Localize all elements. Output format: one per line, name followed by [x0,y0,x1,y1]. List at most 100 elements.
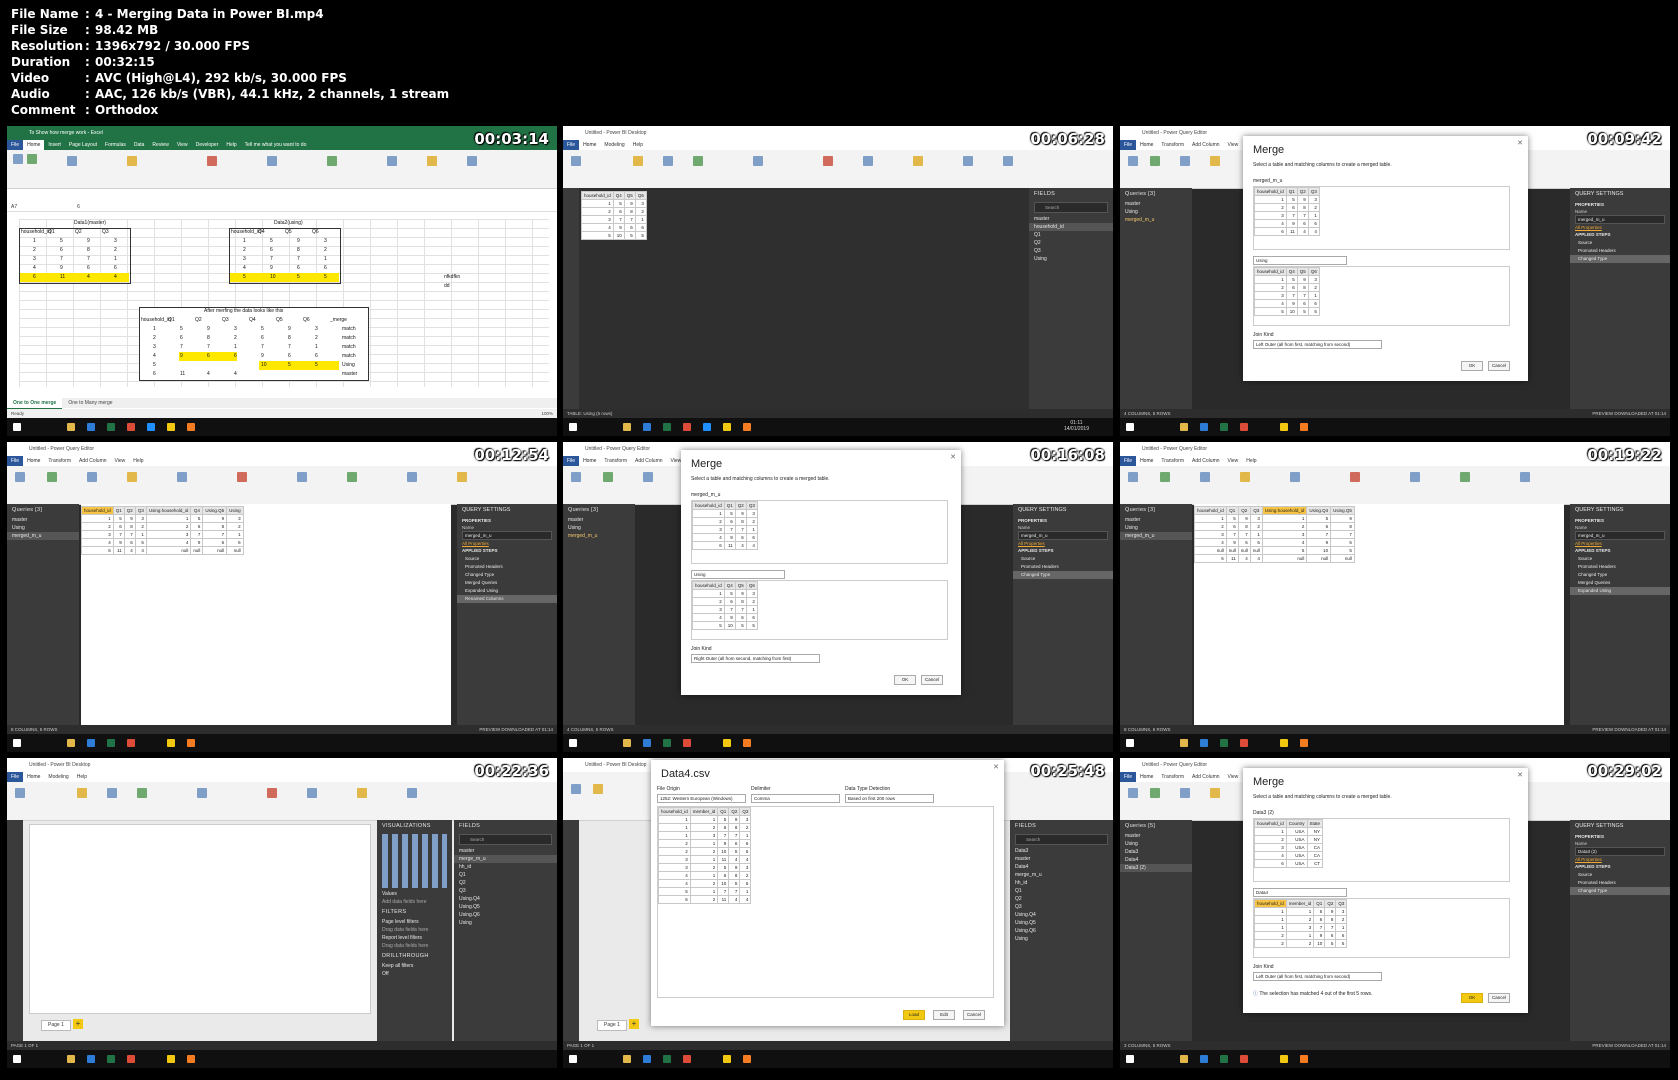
ribbon-tab[interactable]: Page Layout [65,140,101,150]
sheet-cell[interactable]: 2 [243,246,246,255]
query-master[interactable]: master [1120,200,1192,208]
sheet-cell[interactable]: 5 [153,361,156,370]
sheet-cell[interactable]: match [342,343,356,352]
sheet-cell[interactable]: 8 [87,246,90,255]
ribbon-tab[interactable]: Add Column [1188,140,1224,150]
column-header[interactable]: Using [226,506,244,515]
name-input[interactable]: merged_m_u [1575,215,1665,224]
sheet-cell[interactable]: 2 [324,246,327,255]
column-header[interactable]: Q2 [728,807,741,816]
ribbon-tab[interactable]: File [1120,140,1137,150]
origin-select[interactable]: 1252: Western European (Windows) [657,794,746,803]
sheet-header-cell[interactable]: household_id [231,228,261,237]
query-using[interactable]: Using [7,524,79,532]
pq-grid[interactable]: household_id Q1 Q2 Q3 Using.household_id Usin… [1194,504,1564,725]
field-item[interactable]: Q2 [454,879,557,887]
sheet-cell[interactable]: 7 [270,255,273,264]
sheet-cell[interactable]: 3 [315,325,318,334]
sheet-cell[interactable]: 8 [297,246,300,255]
applied-step[interactable]: Changed Type [457,571,557,579]
column-header[interactable]: member_id [1285,899,1315,908]
sheet-cell[interactable]: 4 [33,264,36,273]
sheet-cell[interactable]: 3 [324,237,327,246]
step-source[interactable]: Source [1570,239,1670,247]
sheet-cell[interactable]: 5 [243,273,246,282]
column-header[interactable]: Q1 [112,506,125,515]
delimiter-select[interactable]: Comma [751,794,840,803]
sheet-cell[interactable]: 5 [261,325,264,334]
field-item[interactable]: household_id [1029,223,1113,231]
name-input[interactable]: merged_m_u [462,531,552,540]
sheet-cell[interactable]: 1 [114,255,117,264]
field-item[interactable]: Q1 [454,871,557,879]
column-header[interactable]: Q5 [1296,267,1309,276]
column-header[interactable]: household_id [81,506,114,515]
field-item[interactable]: merge_m_u [454,855,557,863]
sheet-cell[interactable]: 6 [114,264,117,273]
report-filters-well[interactable]: Drag data fields here [377,942,452,950]
ribbon-tab[interactable]: Home [1136,456,1158,466]
field-item[interactable]: master [454,847,557,855]
name-input[interactable]: merged_m_u [1018,531,1108,540]
applied-step[interactable]: Expanded Using [1570,587,1670,595]
field-item[interactable]: Q3 [454,887,557,895]
pq-grid[interactable]: household_id Q1 Q2 Q3 Using.household_id Q4 Us… [81,504,451,725]
fields-search[interactable]: Search [1015,834,1108,845]
load-button[interactable]: Load [903,1010,925,1020]
sheet-cell[interactable]: 6 [153,370,156,379]
ribbon-tab[interactable]: Help [129,456,147,466]
sheet-cell[interactable]: 9 [297,237,300,246]
second-table-area[interactable]: household_id Q4 Q5 Q6 1 5 9 3 2 6 8 2 3 7 7 1 4 9 6 6 5 10 5 5 [1253,266,1510,326]
csv-preview[interactable]: household_id member_id Q1 Q2 Q3 1 1 5 9 3 1 2 6 8 2 1 3 7… [657,806,994,998]
sheet-cell[interactable]: 6 [87,264,90,273]
sheet-cell[interactable]: 2 [114,246,117,255]
column-header[interactable]: household_id [581,191,614,200]
step-changed-type[interactable]: Changed Type [1570,887,1670,895]
applied-step[interactable]: Renamed Columns [457,595,557,603]
ribbon-tab[interactable]: Transform [44,456,75,466]
field-item[interactable]: Using [1010,935,1113,943]
fields-search[interactable]: Search [1034,202,1108,213]
sheet-header-cell[interactable]: Q3 [102,228,109,237]
sheet-cell[interactable]: 6 [297,264,300,273]
sheet-cell[interactable]: 1 [33,237,36,246]
sheet-cell[interactable]: 4 [87,273,90,282]
sheet-header-cell[interactable]: Q1 [168,316,175,325]
sheet-cell[interactable]: 6 [261,334,264,343]
sheet-header-cell[interactable]: Q6 [303,316,310,325]
ribbon-tab[interactable]: Help [222,140,240,150]
column-header[interactable]: Using.household_id [1261,506,1308,515]
column-header[interactable]: Q3 [745,501,758,510]
ribbon-tab[interactable]: Home [579,140,601,150]
column-header[interactable]: Q3 [1335,899,1348,908]
sheet-cell[interactable]: 6 [207,352,210,361]
ribbon-tab[interactable]: Add Column [631,456,667,466]
sheet-header-cell[interactable]: Q1 [48,228,55,237]
step-source[interactable]: Source [1013,555,1113,563]
applied-step[interactable]: Merged Queries [457,579,557,587]
query-item[interactable]: Using [1120,840,1192,848]
column-header[interactable]: household_id [692,501,725,510]
sheet-cell[interactable]: 6 [60,246,63,255]
field-item[interactable]: Using.Q4 [1010,911,1113,919]
column-header[interactable]: Q6 [634,191,647,200]
sheet-cell[interactable]: 3 [114,237,117,246]
sheet-header-cell[interactable]: Q2 [75,228,82,237]
field-item[interactable]: Q2 [1029,239,1113,247]
query-using[interactable]: Using [1120,524,1192,532]
second-table-area[interactable]: household_id Q4 Q5 Q6 1 5 9 3 2 6 8 2 3 7 7 1 4 9 6 6 5 10 5 5 [691,580,948,640]
column-header[interactable]: household_id [1254,899,1287,908]
column-header[interactable]: Using.Q4 [1306,506,1332,515]
applied-step[interactable]: Promoted Headers [1570,563,1670,571]
query-master[interactable]: master [1120,516,1192,524]
query-item[interactable]: Data3 [1120,848,1192,856]
sheet-cell[interactable]: match [342,334,356,343]
sheet-cell[interactable]: 2 [234,334,237,343]
column-header[interactable]: Q1 [717,807,730,816]
sheet-cell[interactable]: 5 [60,237,63,246]
sheet-cell[interactable]: 9 [270,264,273,273]
query-item[interactable]: Data4 [1120,856,1192,864]
query-merged[interactable]: merged_m_u [563,532,635,540]
step-promoted[interactable]: Promoted Headers [1013,563,1113,571]
column-header[interactable]: Q5 [623,191,636,200]
